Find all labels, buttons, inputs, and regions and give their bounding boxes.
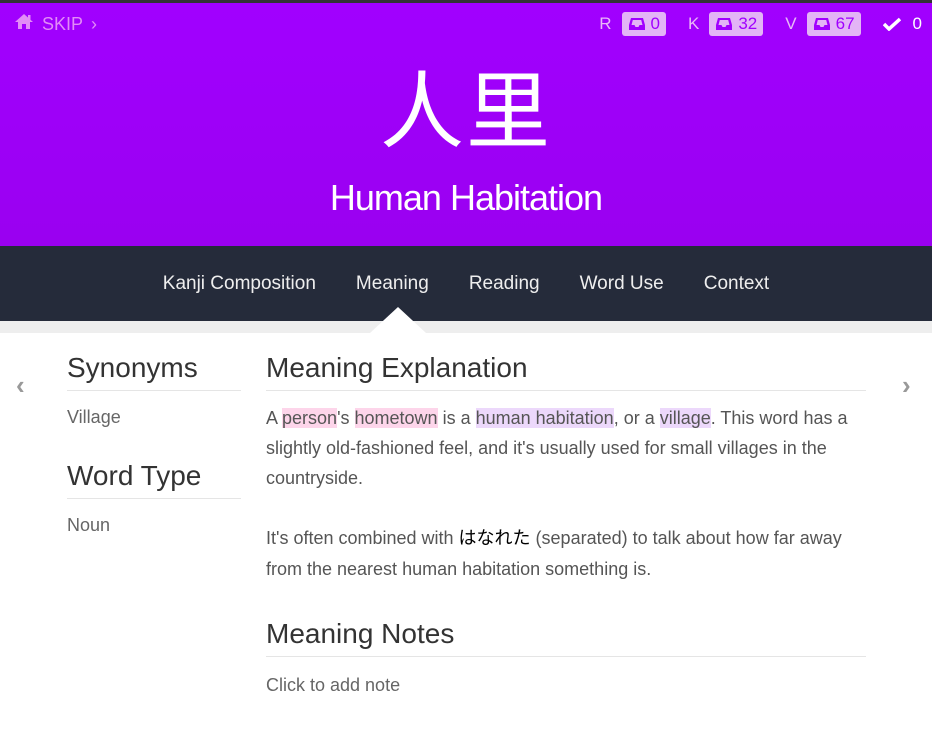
vocabulary-highlight: human habitation — [475, 408, 614, 428]
vocab-meaning: Human Habitation — [329, 177, 603, 218]
tab-reading[interactable]: Reading — [469, 273, 540, 295]
completed-count: 0 — [882, 14, 922, 34]
review-stats: R 0 K 32 V 67 0 — [577, 12, 922, 36]
add-note-button[interactable]: Click to add note — [266, 675, 866, 696]
text: A — [266, 408, 283, 428]
meaning-explanation-heading: Meaning Explanation — [266, 352, 866, 391]
vocabulary-highlight: village — [659, 408, 711, 428]
stat-vocabulary[interactable]: V 67 — [785, 12, 861, 36]
skip-button[interactable]: SKIP › — [14, 13, 97, 35]
home-icon — [14, 13, 34, 35]
stat-kanji[interactable]: K 32 — [688, 12, 764, 36]
japanese-text: はなれた — [458, 528, 531, 549]
nav-divider — [0, 321, 932, 333]
meaning-section: Meaning Explanation A person's hometown … — [266, 352, 866, 696]
stat-count: 32 — [738, 14, 758, 33]
stat-label: V — [785, 14, 797, 33]
text: is a — [437, 408, 476, 428]
sidebar: Synonyms Village Word Type Noun — [67, 352, 241, 536]
checkmark-icon — [882, 17, 901, 31]
header-banner: SKIP › R 0 K 32 V 67 0 人里 Human Habitati… — [0, 3, 932, 246]
word-type-heading: Word Type — [67, 460, 241, 499]
stat-label: R — [599, 14, 612, 33]
stat-count: 67 — [835, 14, 855, 33]
stat-badge: 0 — [621, 12, 666, 36]
inbox-icon — [813, 18, 830, 30]
previous-arrow-icon[interactable]: ‹ — [16, 370, 25, 401]
next-arrow-icon[interactable]: › — [902, 370, 911, 401]
chevron-right-icon: › — [91, 13, 98, 34]
synonyms-value: Village — [67, 407, 121, 427]
active-tab-indicator — [370, 307, 426, 333]
meaning-explanation-text-2: It's often combined with はなれた (separated… — [266, 523, 866, 584]
radical-highlight: person — [282, 408, 338, 428]
completed-value: 0 — [912, 14, 922, 33]
tab-meaning[interactable]: Meaning — [356, 273, 429, 295]
inbox-icon — [716, 18, 733, 30]
meaning-notes-heading: Meaning Notes — [266, 618, 866, 657]
word-type-value: Noun — [67, 515, 111, 535]
stat-badge: 67 — [806, 12, 861, 36]
radical-highlight: hometown — [354, 408, 438, 428]
stat-badge: 32 — [709, 12, 764, 36]
section-tabs: Kanji Composition Meaning Reading Word U… — [0, 246, 932, 321]
text: It's often combined with — [266, 528, 459, 548]
text: , or a — [613, 408, 660, 428]
stat-label: K — [688, 14, 700, 33]
text: 's — [337, 408, 355, 428]
tab-kanji-composition[interactable]: Kanji Composition — [163, 273, 316, 295]
skip-label: SKIP — [42, 13, 84, 34]
stat-radicals[interactable]: R 0 — [599, 12, 666, 36]
tab-context[interactable]: Context — [704, 273, 769, 295]
meaning-explanation-text: A person's hometown is a human habitatio… — [266, 403, 866, 493]
inbox-icon — [628, 18, 645, 30]
vocab-characters: 人里 — [379, 63, 552, 161]
synonyms-heading: Synonyms — [67, 352, 241, 391]
stat-count: 0 — [650, 14, 660, 33]
tab-word-use[interactable]: Word Use — [580, 273, 664, 295]
